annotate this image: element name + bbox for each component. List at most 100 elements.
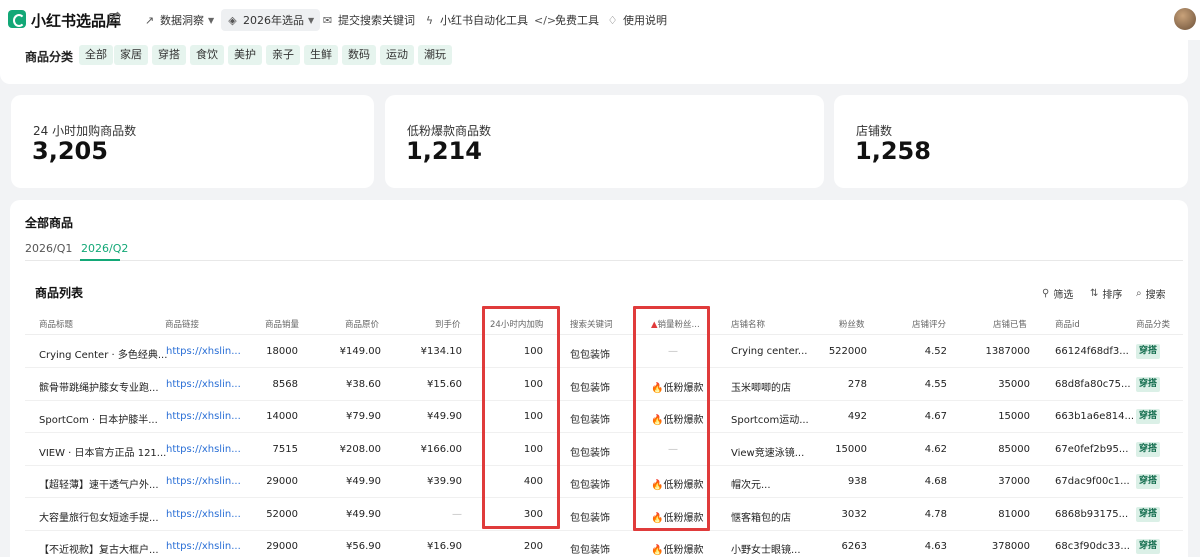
col-sales-fans-label: 销量粉丝... [657,320,700,330]
cell-shop: View竞速泳镜... [731,447,805,459]
category-label: 商品分类 [25,50,74,64]
category-chip-beauty[interactable]: 美护 [228,45,262,65]
category-chip-home[interactable]: 家居 [114,45,148,65]
table-row[interactable]: Crying Center · 多色经典... https://xhslin...… [25,336,1183,368]
col-shop-sold[interactable]: 店铺已售 [993,318,1027,330]
col-category[interactable]: 商品分类 [1136,318,1170,330]
cell-cart-24h: 100 [523,378,543,390]
cell-badge: 🔥低粉爆款 [651,382,704,394]
stat-value: 1,214 [406,137,482,165]
cell-link[interactable]: https://xhslin... [166,509,241,520]
col-sales[interactable]: 商品销量 [265,318,299,330]
cell-sales: 29000 [266,541,298,552]
cell-cart-24h: 100 [523,411,543,422]
cell-sales: 14000 [266,411,298,422]
lightning-icon: ϟ [425,13,434,27]
cell-shop: 惬客箱包的店 [731,512,791,524]
cell-id: 68c3f90dc33... [1055,541,1130,552]
lightbulb-icon: ♢ [607,13,618,27]
table-row[interactable]: 【不近视款】复古大框户... https://xhslin... 29000 ¥56.… [25,531,1183,557]
nav-item-label: 提交搜索关键词 [338,14,415,27]
cell-fans: 492 [847,411,867,422]
trend-icon: ↗ [144,13,155,27]
col-fans[interactable]: 粉丝数 [839,318,865,330]
category-chip-kids[interactable]: 亲子 [266,45,300,65]
cell-keyword: 包包装饰 [570,545,610,556]
cell-link[interactable]: https://xhslin... [166,476,241,487]
chevron-down-icon: ▼ [308,15,315,25]
cell-shop: 玉米唧唧的店 [731,382,791,394]
layers-icon: ◈ [228,13,237,27]
col-final-price[interactable]: 到手价 [435,318,461,330]
cell-title: 大容量旅行包女短途手提... [39,512,159,524]
col-shop[interactable]: 店铺名称 [731,318,765,330]
cell-fans: 3032 [841,508,867,520]
cell-sales: 29000 [266,476,298,487]
nav-item-2026-selection[interactable]: ◈ 2026年选品 ▼ [221,9,321,31]
nav-item-automation-tools[interactable]: ϟ 小红书自动化工具 [418,9,534,31]
tab-2026-q1[interactable]: 2026/Q1 [25,242,72,255]
sort-button[interactable]: ⇅ 排序 [1090,286,1122,301]
table-row[interactable]: 【超轻薄】速干透气户外... https://xhslin... 29000 ¥49.… [25,466,1183,498]
filter-button[interactable]: ⚲ 筛选 [1042,286,1073,301]
cell-sales: 7515 [272,443,298,455]
col-title[interactable]: 商品标题 [39,318,73,330]
col-keyword[interactable]: 搜索关键词 [570,318,613,330]
cell-link[interactable]: https://xhslin... [166,444,241,455]
cell-fans: 15000 [835,443,867,455]
category-chip-toys[interactable]: 潮玩 [418,45,452,65]
category-chip-fresh[interactable]: 生鲜 [304,45,338,65]
cell-keyword: 包包装饰 [570,447,610,459]
cell-shop: Crying center... [731,346,808,357]
table-row[interactable]: 大容量旅行包女短途手提... https://xhslin... 52000 ¥49.… [25,499,1183,531]
cell-link[interactable]: https://xhslin... [166,379,241,390]
category-chip-food[interactable]: 食饮 [190,45,224,65]
cell-link[interactable]: https://xhslin... [166,346,241,357]
app-logo-icon[interactable] [8,10,26,28]
col-id[interactable]: 商品id [1055,318,1080,330]
products-section: 全部商品 2026/Q1 2026/Q2 商品列表 ⚲ 筛选 ⇅ 排序 ⌕ 搜索… [10,200,1188,557]
cell-cart-24h: 400 [523,476,543,487]
col-link[interactable]: 商品链接 [165,318,199,330]
nav-item-usage-guide[interactable]: ♢ 使用说明 [601,9,673,31]
nav-item-data-insights[interactable]: ↗ 数据洞察 ▼ [138,9,220,31]
table-row[interactable]: 髌骨带跳绳护膝女专业跑... https://xhslin... 8568 ¥38.6… [25,369,1183,401]
chevron-down-icon: ▼ [208,15,215,25]
cell-final-price: — [452,508,462,520]
col-rating[interactable]: 店铺评分 [912,318,946,330]
cell-cart-24h: 200 [523,541,543,552]
edit-icon[interactable] [109,13,120,24]
cell-title: 髌骨带跳绳护膝女专业跑... [39,382,159,394]
category-tag: 穿搭 [1136,539,1161,554]
col-orig-price[interactable]: 商品原价 [345,318,379,330]
category-chip-sports[interactable]: 运动 [380,45,414,65]
cell-final-price: ¥49.90 [427,411,462,422]
cell-sales: 18000 [266,346,298,357]
cell-shop: 小野女士眼镜... [731,545,801,556]
code-icon: </> [534,13,557,27]
table-row[interactable]: SportCom · 日本护膝半... https://xhslin... 1400… [25,401,1183,433]
app-title[interactable]: 小红书选品库 [31,10,121,31]
tab-2026-q2[interactable]: 2026/Q2 [81,242,128,255]
nav-item-submit-keywords[interactable]: ✉ 提交搜索关键词 [316,9,421,31]
search-button[interactable]: ⌕ 搜索 [1136,286,1166,301]
nav-item-free-tools[interactable]: </> 免费工具 [528,9,605,31]
category-chip-all[interactable]: 全部 [79,45,113,65]
cell-final-price: ¥16.90 [427,541,462,552]
cell-badge: — [668,443,678,455]
cell-keyword: 包包装饰 [570,415,610,426]
col-sales-fans[interactable]: ▲销量粉丝... [651,318,700,330]
cell-keyword: 包包装饰 [570,480,610,491]
category-chip-apparel[interactable]: 穿搭 [152,45,186,65]
mail-icon: ✉ [322,13,333,27]
category-chip-digital[interactable]: 数码 [342,45,376,65]
avatar[interactable] [1174,8,1196,30]
nav-item-label: 免费工具 [555,14,599,27]
cell-final-price: ¥39.90 [427,476,462,487]
col-cart-24h[interactable]: 24小时内加购 [490,318,543,330]
cell-shop-sold: 81000 [998,508,1030,520]
cell-link[interactable]: https://xhslin... [166,541,241,552]
cell-link[interactable]: https://xhslin... [166,411,241,422]
table-row[interactable]: VIEW · 日本官方正品 121... https://xhslin... 751… [25,434,1183,466]
cell-keyword: 包包装饰 [570,350,610,361]
